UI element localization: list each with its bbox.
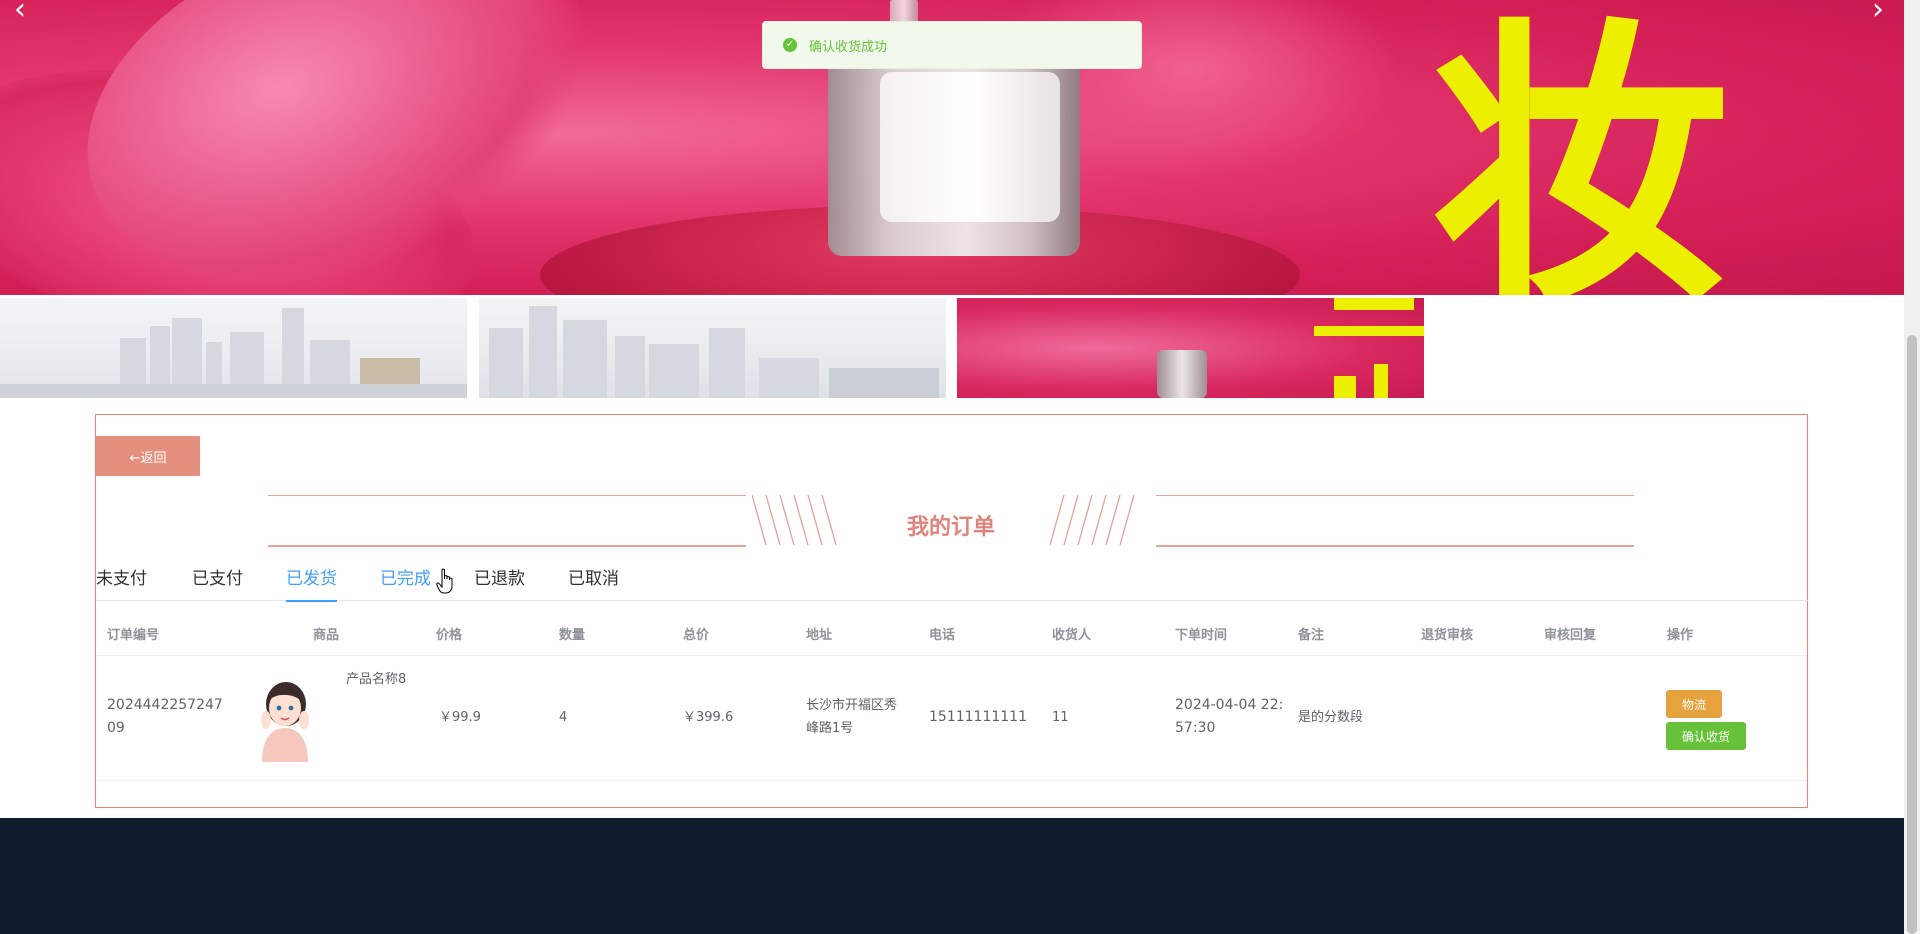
remark: 是的分数段 [1298,710,1364,725]
column-header-quantity: 数量 [559,628,586,643]
table-header: 订单编号 商品 价格 数量 总价 地址 电话 收货人 下单时间 备注 退货审核 … [96,608,1807,656]
orders-panel: ←返回 我的订单 未支付 已支付 已发货 已完成 已退款 已取消 订单编号 商品… [95,414,1809,808]
success-toast: ✓ 确认收货成功 [762,21,1142,69]
scrollbar-thumb[interactable] [1907,335,1917,934]
total-price: ￥399.6 [683,710,734,725]
column-header-address: 地址 [806,628,833,643]
column-header-order-time: 下单时间 [1175,628,1228,643]
product-thumbnail[interactable] [252,674,318,762]
product-name: 产品名称8 [346,672,407,687]
column-header-receiver: 收货人 [1052,628,1092,643]
carousel-prev-icon[interactable]: ‹ [14,0,26,27]
tab-shipped[interactable]: 已发货 [286,565,337,602]
address: 长沙市开福区秀 峰路1号 [806,698,898,736]
success-check-icon: ✓ [783,38,797,52]
title-decoration: 我的订单 [268,495,1634,549]
column-header-return-audit: 退货审核 [1421,628,1474,643]
banner-bottle-label [880,72,1060,222]
column-header-price: 价格 [436,628,463,643]
phone: 15111111111 [929,709,1027,725]
banner-headline: 妆 [1430,0,1730,296]
column-header-audit-reply: 审核回复 [1544,628,1597,643]
column-header-product: 商品 [313,628,340,643]
page-footer [0,818,1904,934]
carousel-thumb-3[interactable] [957,298,1424,398]
thumb-headline [1314,298,1424,398]
column-header-total: 总价 [683,628,710,643]
carousel-next-icon[interactable]: › [1872,0,1884,27]
thumb-bottle [1157,350,1207,398]
quantity: 4 [559,710,568,725]
order-number: 2024442257247 09 [107,697,223,736]
column-header-order-no: 订单编号 [107,628,160,643]
column-header-phone: 电话 [929,628,956,643]
tab-paid[interactable]: 已支付 [192,565,243,601]
tab-refunded[interactable]: 已退款 [474,565,525,601]
tab-unpaid[interactable]: 未支付 [96,565,147,601]
order-status-tabs: 未支付 已支付 已发货 已完成 已退款 已取消 [96,565,1809,602]
table-row: 2024442257247 09 产品名称8 ￥99.9 4 ￥399.6 长沙… [96,656,1807,781]
price: ￥99.9 [439,710,481,725]
column-header-actions: 操作 [1667,628,1694,643]
column-header-remark: 备注 [1298,628,1325,643]
tab-completed[interactable]: 已完成 [380,565,431,601]
tab-cancelled[interactable]: 已取消 [568,565,619,601]
logistics-button[interactable]: 物流 [1666,690,1722,718]
page-title: 我的订单 [906,515,995,540]
back-button[interactable]: ←返回 [96,436,200,476]
receiver: 11 [1052,710,1069,725]
page-scrollbar[interactable] [1904,0,1920,934]
hand-cursor-icon [436,568,453,594]
confirm-receipt-button[interactable]: 确认收货 [1666,722,1746,750]
order-time: 2024-04-04 22: 57:30 [1175,697,1284,736]
carousel-thumb-1[interactable] [0,298,467,398]
carousel-thumb-2[interactable] [479,298,946,398]
toast-message: 确认收货成功 [809,39,888,55]
